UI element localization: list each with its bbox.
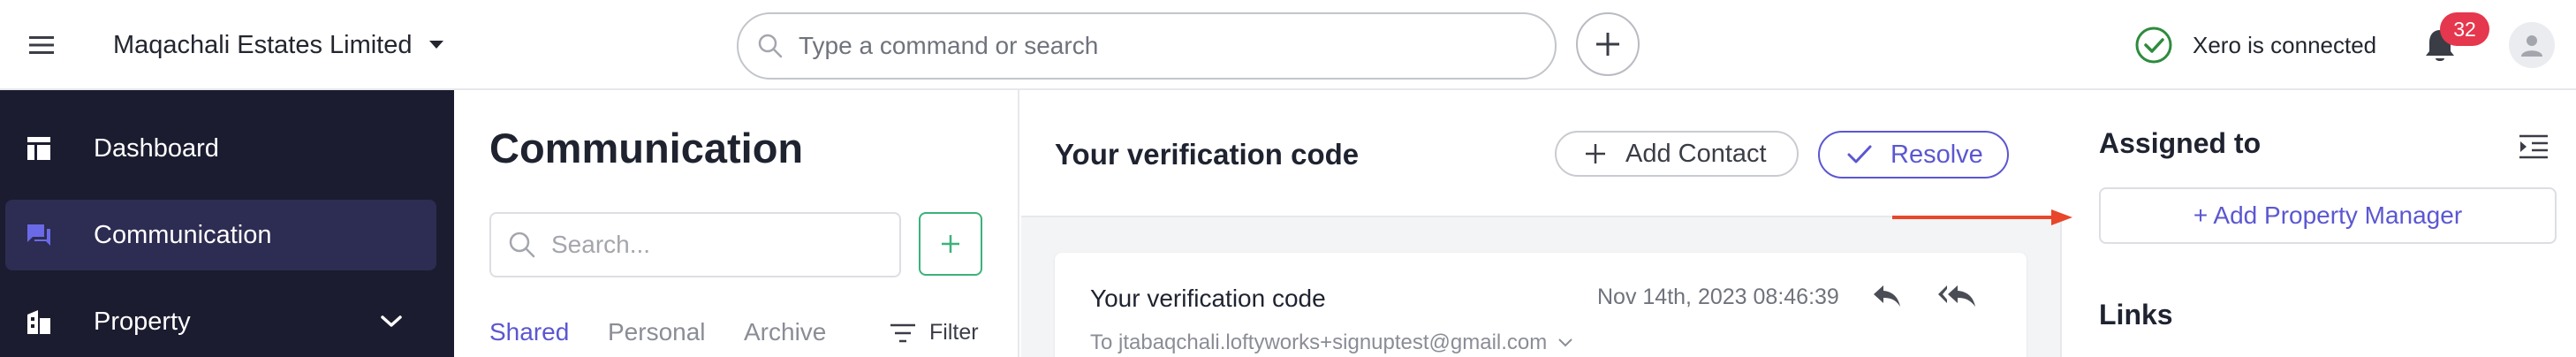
plus-icon: [939, 232, 962, 255]
page-title: Communication: [489, 125, 804, 171]
sidebar-item-label: Dashboard: [94, 133, 219, 163]
message-recipient-text: To jtabaqchali.loftyworks+signuptest@gma…: [1090, 330, 1548, 354]
global-add-button[interactable]: [1576, 12, 1640, 76]
sidebar: Dashboard Communication Property: [0, 90, 454, 357]
tab-archive[interactable]: Archive: [744, 318, 826, 346]
message-timestamp: Nov 14th, 2023 08:46:39: [1597, 285, 1839, 309]
collapse-panel-icon[interactable]: [2518, 133, 2549, 161]
add-property-manager-button[interactable]: + Add Property Manager: [2099, 187, 2557, 244]
add-communication-button[interactable]: [919, 212, 982, 276]
chat-icon: [25, 221, 53, 249]
sidebar-item-communication[interactable]: Communication: [5, 200, 436, 270]
links-heading: Links: [2099, 299, 2173, 330]
sidebar-item-dashboard[interactable]: Dashboard: [5, 113, 436, 184]
check-icon: [1846, 143, 1873, 166]
plus-icon: [1583, 141, 1608, 166]
user-icon: [2519, 33, 2544, 57]
sidebar-item-label: Communication: [94, 220, 272, 249]
filter-label: Filter: [929, 320, 979, 345]
building-icon: [25, 308, 53, 336]
add-property-manager-label: + Add Property Manager: [2193, 201, 2463, 229]
xero-status-text: Xero is connected: [2193, 31, 2377, 58]
caret-down-icon: [428, 40, 444, 50]
reply-all-icon[interactable]: [1936, 283, 1979, 309]
resolve-label: Resolve: [1890, 140, 1983, 169]
filter-icon: [889, 322, 917, 345]
chevron-down-icon[interactable]: [380, 315, 403, 329]
assigned-to-heading: Assigned to: [2099, 127, 2262, 159]
add-contact-button[interactable]: Add Contact: [1555, 131, 1799, 177]
organization-name: Maqachali Estates Limited: [113, 30, 413, 59]
plus-icon: [1593, 29, 1623, 59]
filter-button[interactable]: Filter: [889, 320, 979, 346]
tab-shared[interactable]: Shared: [489, 318, 569, 346]
global-search[interactable]: [737, 12, 1557, 80]
add-contact-label: Add Contact: [1625, 139, 1767, 168]
message-subject: Your verification code: [1090, 285, 1326, 312]
check-circle-icon: [2134, 26, 2173, 65]
chevron-down-icon: [1557, 338, 1573, 348]
sidebar-item-label: Property: [94, 307, 191, 336]
conversation-title: Your verification code: [1055, 138, 1360, 171]
annotation-arrow: [1890, 209, 2076, 226]
notification-badge: 32: [2440, 12, 2489, 46]
organization-selector[interactable]: Maqachali Estates Limited: [113, 27, 444, 64]
communication-search[interactable]: [489, 212, 901, 277]
search-icon: [507, 230, 537, 260]
xero-status: Xero is connected: [2134, 25, 2376, 65]
message-recipient[interactable]: To jtabaqchali.loftyworks+signuptest@gma…: [1090, 330, 1573, 355]
communication-search-input[interactable]: [551, 231, 887, 259]
avatar[interactable]: [2509, 22, 2555, 68]
global-search-input[interactable]: [799, 32, 1470, 60]
sidebar-item-property[interactable]: Property: [5, 286, 436, 357]
resolve-button[interactable]: Resolve: [1818, 131, 2009, 178]
search-icon: [756, 32, 784, 60]
dashboard-icon: [25, 134, 53, 163]
hamburger-icon[interactable]: [27, 34, 57, 57]
reply-icon[interactable]: [1871, 283, 1903, 309]
tab-personal[interactable]: Personal: [608, 318, 706, 346]
